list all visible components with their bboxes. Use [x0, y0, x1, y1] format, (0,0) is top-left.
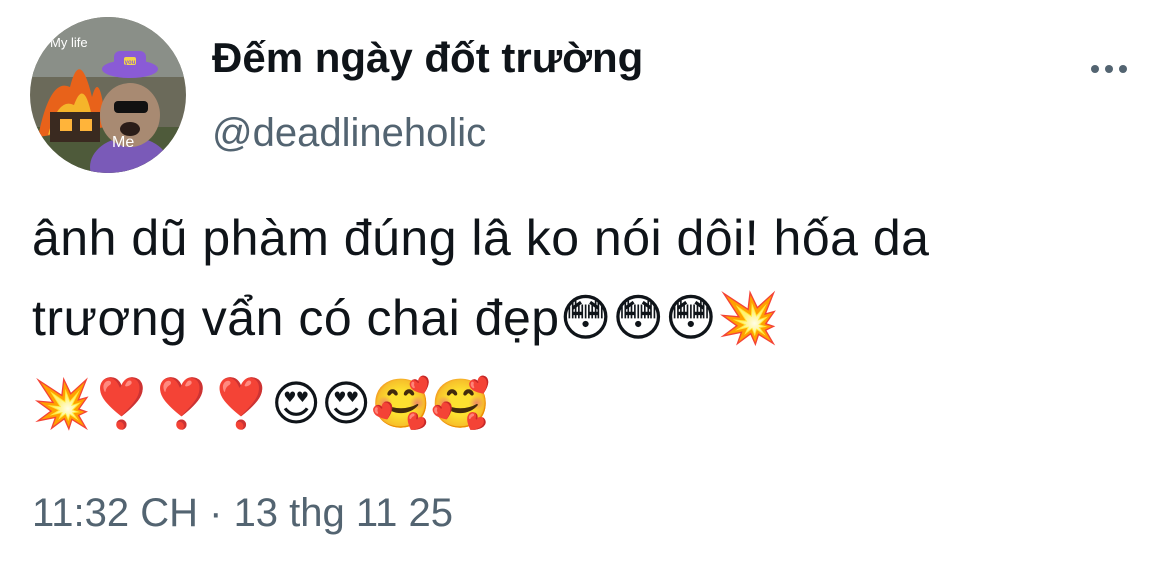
display-name[interactable]: Đếm ngày đốt trường: [212, 30, 643, 86]
more-horizontal-icon: [1105, 65, 1113, 73]
more-horizontal-icon: [1091, 65, 1099, 73]
avatar-caption-top: My life: [50, 35, 88, 50]
avatar-hat-label: you: [125, 60, 136, 66]
more-options-button[interactable]: [1080, 50, 1138, 88]
avatar[interactable]: you My life Me: [30, 17, 186, 173]
tweet-card: you My life Me Đếm ngày đốt trường @dead…: [0, 0, 1170, 566]
tweet-timestamp[interactable]: 11:32 CH · 13 thg 11 25: [32, 486, 453, 540]
more-horizontal-icon: [1119, 65, 1127, 73]
tweet-text: ânh dũ phàm đúng lâ ko nói dôi! hốa da t…: [32, 210, 930, 346]
tweet-emoji-line: 💥❣️❣️❣️😍😍🥰🥰: [32, 376, 491, 432]
user-handle[interactable]: @deadlineholic: [212, 106, 486, 160]
avatar-caption-bottom: Me: [112, 134, 134, 151]
avatar-image: you My life Me: [30, 17, 186, 173]
